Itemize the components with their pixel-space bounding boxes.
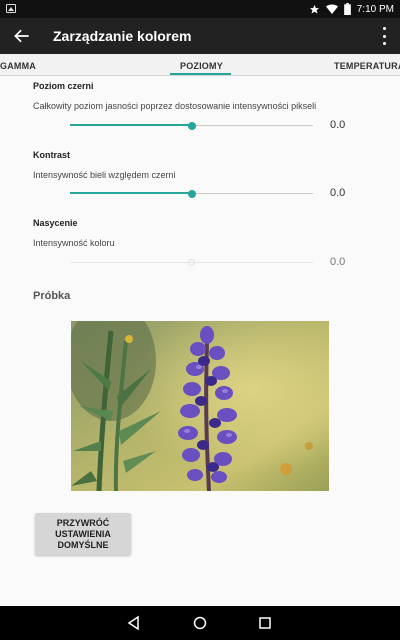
slider-thumb[interactable] — [187, 259, 195, 266]
setting-description: Intensywność koloru — [33, 238, 115, 248]
black-level-slider[interactable] — [70, 121, 313, 131]
more-options-icon[interactable] — [382, 27, 386, 45]
tab-bar: GAMMA POZIOMY TEMPERATURA — [0, 54, 400, 76]
back-nav-icon[interactable] — [126, 615, 142, 631]
restore-defaults-button[interactable]: PRZYWRÓĆ USTAWIENIA DOMYŚLNE — [35, 513, 131, 555]
star-icon — [309, 4, 319, 14]
active-tab-indicator — [170, 73, 231, 75]
setting-description: Całkowity poziom jasności poprzez dostos… — [33, 101, 317, 111]
slider-thumb[interactable] — [187, 190, 196, 198]
contrast-slider[interactable] — [70, 189, 313, 199]
setting-description: Intensywność bieli względem czerni — [33, 170, 176, 180]
page-title: Zarządzanie kolorem — [53, 28, 192, 44]
setting-contrast: Kontrast Intensywność bieli względem cze… — [33, 150, 373, 180]
setting-name: Kontrast — [33, 150, 71, 160]
restore-defaults-label: PRZYWRÓĆ USTAWIENIA DOMYŚLNE — [55, 517, 111, 550]
sample-image — [71, 321, 329, 491]
status-time: 7:10 PM — [356, 3, 394, 15]
slider-fill — [70, 192, 192, 194]
home-nav-icon[interactable] — [192, 615, 208, 631]
setting-name: Poziom czerni — [33, 81, 94, 91]
sample-title: Próbka — [33, 290, 71, 302]
contrast-value: 0.0 — [330, 187, 346, 199]
tab-poziomy[interactable]: POZIOMY — [180, 61, 223, 71]
back-arrow-icon[interactable] — [12, 26, 32, 46]
app-bar: Zarządzanie kolorem — [0, 18, 400, 54]
wifi-icon — [325, 3, 338, 14]
setting-black-level: Poziom czerni Całkowity poziom jasności … — [33, 81, 373, 111]
setting-name: Nasycenie — [33, 218, 78, 228]
black-level-value: 0.0 — [330, 119, 346, 131]
image-notification-icon — [6, 4, 16, 13]
tab-temperatura[interactable]: TEMPERATURA — [334, 61, 400, 71]
tab-gamma[interactable]: GAMMA — [0, 61, 36, 71]
navigation-bar — [0, 606, 400, 640]
recents-nav-icon[interactable] — [257, 615, 273, 631]
saturation-value: 0.0 — [330, 256, 346, 268]
slider-thumb[interactable] — [187, 122, 196, 130]
setting-saturation: Nasycenie Intensywność koloru — [33, 218, 373, 248]
status-bar: 7:10 PM — [0, 0, 400, 18]
slider-fill — [70, 124, 192, 126]
battery-icon — [343, 3, 351, 15]
saturation-slider[interactable] — [70, 258, 313, 268]
